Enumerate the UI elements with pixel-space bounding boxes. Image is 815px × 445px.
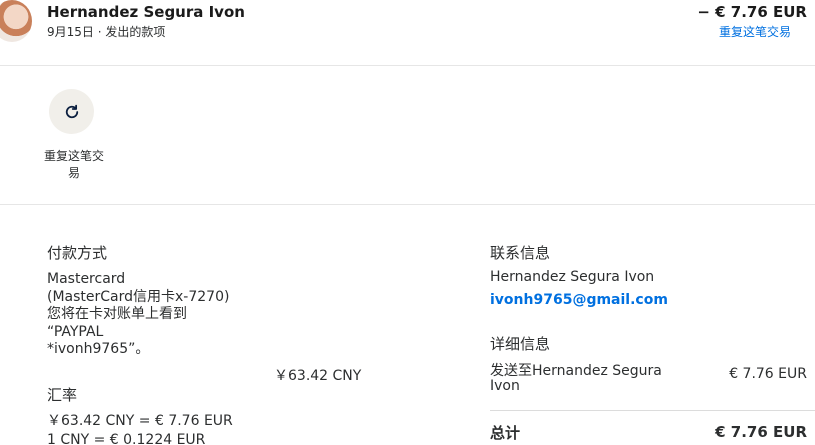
payment-line: “PAYPAL	[47, 324, 104, 340]
details-recipient-line: Ivon	[490, 378, 520, 394]
exchange-rate-title: 汇率	[47, 386, 78, 404]
details-recipient: 发送至Hernandez Segura Ivon	[490, 364, 662, 394]
details-recipient-line: 发送至Hernandez Segura	[490, 363, 662, 379]
payment-amount-cny: ￥63.42 CNY	[274, 368, 362, 384]
transaction-date-type: 9月15日 · 发出的款项	[47, 25, 166, 39]
transaction-amount: − € 7.76 EUR	[697, 3, 807, 21]
details-amount: € 7.76 EUR	[729, 366, 807, 382]
avatar	[0, 0, 32, 42]
counterparty-name: Hernandez Segura Ivon	[47, 3, 245, 21]
action-bar: 重复这笔交 易	[0, 67, 815, 205]
divider	[490, 410, 815, 411]
transaction-header: Hernandez Segura Ivon 9月15日 · 发出的款项 − € …	[0, 0, 815, 66]
repeat-label-line: 易	[67, 166, 80, 180]
total-label: 总计	[490, 424, 521, 442]
payment-line: Mastercard	[47, 271, 126, 287]
total-amount: € 7.76 EUR	[715, 423, 807, 441]
contact-info-title: 联系信息	[490, 244, 551, 262]
contact-name: Hernandez Segura Ivon	[490, 269, 655, 285]
contact-email-link[interactable]: ivonh9765@gmail.com	[490, 292, 668, 308]
exchange-rate-line: ￥63.42 CNY = € 7.76 EUR	[47, 413, 233, 429]
repeat-transaction-button[interactable]	[49, 89, 94, 134]
refresh-icon	[65, 104, 78, 118]
exchange-rate-line: 1 CNY = € 0.1224 EUR	[47, 432, 206, 445]
repeat-label-line: 重复这笔交	[43, 149, 104, 163]
payment-line: *ivonh9765”。	[47, 341, 150, 357]
details-title: 详细信息	[490, 335, 551, 353]
payment-line: 您将在卡对账单上看到	[47, 306, 187, 322]
payment-line: (MasterCard信用卡x-7270)	[47, 289, 230, 305]
repeat-transaction-label: 重复这笔交 易	[38, 148, 110, 182]
repeat-transaction-link[interactable]: 重复这笔交易	[719, 23, 791, 40]
payment-method-title: 付款方式	[47, 244, 108, 262]
